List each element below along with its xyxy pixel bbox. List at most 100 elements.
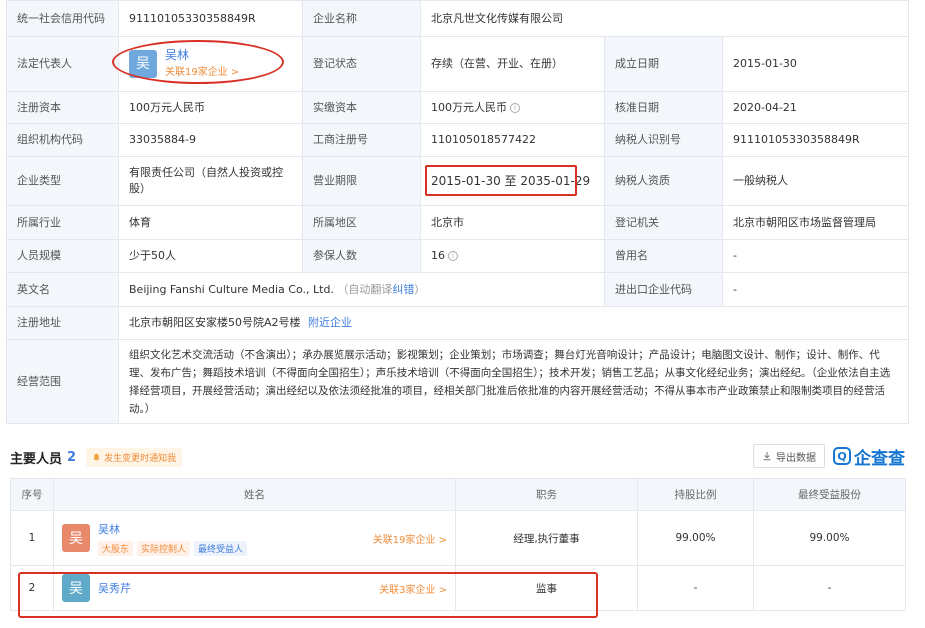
founded-value: 2015-01-30 xyxy=(722,36,909,92)
taxpayer-qual-value: 一般纳税人 xyxy=(722,156,909,206)
tag-major-shareholder: 大股东 xyxy=(98,540,134,556)
personnel-header: 主要人员 2 发生变更时通知我 导出数据 Q 企查查 xyxy=(10,444,905,470)
address-label: 注册地址 xyxy=(6,306,119,340)
authority-value: 北京市朝阳区市场监督管理局 xyxy=(722,205,909,240)
download-icon xyxy=(763,452,771,461)
company-name-label: 企业名称 xyxy=(302,0,421,37)
info-row: 人员规模 少于50人 参保人数 16 i 曾用名 - xyxy=(6,239,909,273)
paid-capital-cell: 100万元人民币 i xyxy=(420,91,605,124)
change-notice-button[interactable]: 发生变更时通知我 xyxy=(86,447,183,467)
company-type-label: 企业类型 xyxy=(6,156,119,206)
avatar: 吴 xyxy=(129,50,157,78)
credit-code-label: 统一社会信用代码 xyxy=(6,0,119,37)
info-row: 企业类型 有限责任公司（自然人投资或控股） 营业期限 2015-01-30 至 … xyxy=(6,156,909,206)
info-row: 组织机构代码 33035884-9 工商注册号 110105018577422 … xyxy=(6,123,909,157)
import-export-value: - xyxy=(722,272,909,307)
related-companies-link[interactable]: 关联19家企业 > xyxy=(373,531,447,546)
col-no: 序号 xyxy=(10,478,54,511)
info-row: 统一社会信用代码 91110105330358849R 企业名称 北京凡世文化传… xyxy=(6,0,909,37)
avatar: 吴 xyxy=(62,524,90,552)
legal-rep-label: 法定代表人 xyxy=(6,36,119,92)
org-code-label: 组织机构代码 xyxy=(6,123,119,157)
info-row: 英文名 Beijing Fanshi Culture Media Co., Lt… xyxy=(6,272,909,307)
personnel-table: 序号 姓名 职务 持股比例 最终受益股份 1 吴 吴林 大股东 实际控制人 最终… xyxy=(10,478,906,611)
legal-rep-related-link[interactable]: 关联19家企业 > xyxy=(165,65,239,81)
approved-label: 核准日期 xyxy=(604,91,723,124)
address-cell: 北京市朝阳区安家楼50号院A2号楼 附近企业 xyxy=(118,306,909,340)
former-name-label: 曾用名 xyxy=(604,239,723,273)
tag-beneficiary: 最终受益人 xyxy=(194,540,248,556)
legal-rep-cell: 吴 吴林 关联19家企业 > xyxy=(118,36,303,92)
staff-size-label: 人员规模 xyxy=(6,239,119,273)
english-name-cell: Beijing Fanshi Culture Media Co., Ltd. （… xyxy=(118,272,605,307)
import-export-label: 进出口企业代码 xyxy=(604,272,723,307)
share-value: 99.00% xyxy=(637,510,754,566)
scope-label: 经营范围 xyxy=(6,339,119,424)
info-icon[interactable]: i xyxy=(448,251,458,261)
col-name: 姓名 xyxy=(53,478,456,511)
benefit-value: - xyxy=(753,565,906,611)
biz-reg-no-value: 110105018577422 xyxy=(420,123,605,157)
scope-value: 组织文化艺术交流活动（不含演出）；承办展览展示活动；影视策划；企业策划；市场调查… xyxy=(118,339,909,424)
bell-icon xyxy=(93,453,100,461)
info-icon[interactable]: i xyxy=(510,102,520,113)
insured-value: 16 xyxy=(431,249,445,262)
insured-cell: 16 i xyxy=(420,239,605,273)
person-cell: 吴 吴秀芹 关联3家企业 > xyxy=(53,565,456,611)
reg-status-value: 存续（在营、开业、在册） xyxy=(420,36,605,92)
approved-value: 2020-04-21 xyxy=(722,91,909,124)
region-label: 所属地区 xyxy=(302,205,421,240)
company-type-value: 有限责任公司（自然人投资或控股） xyxy=(118,156,303,206)
person-cell: 吴 吴林 大股东 实际控制人 最终受益人 关联19家企业 > xyxy=(53,510,456,566)
reg-status-label: 登记状态 xyxy=(302,36,421,92)
row-no: 2 xyxy=(10,565,54,611)
correct-link[interactable]: 纠错 xyxy=(392,283,414,296)
biz-term-label: 营业期限 xyxy=(302,156,421,206)
industry-value: 体育 xyxy=(118,205,303,240)
region-value: 北京市 xyxy=(420,205,605,240)
info-row: 所属行业 体育 所属地区 北京市 登记机关 北京市朝阳区市场监督管理局 xyxy=(6,205,909,240)
english-name-value: Beijing Fanshi Culture Media Co., Ltd. xyxy=(129,282,334,296)
info-row: 法定代表人 吴 吴林 关联19家企业 > 登记状态 存续（在营、开业、在册） 成… xyxy=(6,36,909,92)
nearby-companies-link[interactable]: 附近企业 xyxy=(308,316,352,329)
person-name-link[interactable]: 吴秀芹 xyxy=(98,580,379,596)
table-row: 1 吴 吴林 大股东 实际控制人 最终受益人 关联19家企业 > 经理,执行董事… xyxy=(10,510,906,566)
paid-capital-label: 实缴资本 xyxy=(302,91,421,124)
position-value: 经理,执行董事 xyxy=(455,510,638,566)
position-value: 监事 xyxy=(455,565,638,611)
industry-label: 所属行业 xyxy=(6,205,119,240)
credit-code-value: 91110105330358849R xyxy=(118,0,303,37)
company-name-value: 北京凡世文化传媒有限公司 xyxy=(420,0,909,37)
authority-label: 登记机关 xyxy=(604,205,723,240)
table-row: 2 吴 吴秀芹 关联3家企业 > 监事 - - xyxy=(10,565,906,611)
change-notice-label: 发生变更时通知我 xyxy=(104,453,177,464)
share-value: - xyxy=(637,565,754,611)
former-name-value: - xyxy=(722,239,909,273)
info-row: 注册地址 北京市朝阳区安家楼50号院A2号楼 附近企业 xyxy=(6,306,909,340)
related-companies-link[interactable]: 关联3家企业 > xyxy=(379,581,447,596)
reg-capital-value: 100万元人民币 xyxy=(118,91,303,124)
auto-translate-note-end: ） xyxy=(414,282,426,296)
founded-label: 成立日期 xyxy=(604,36,723,92)
info-row: 经营范围 组织文化艺术交流活动（不含演出）；承办展览展示活动；影视策划；企业策划… xyxy=(6,339,909,424)
info-row: 注册资本 100万元人民币 实缴资本 100万元人民币 i 核准日期 2020-0… xyxy=(6,91,909,124)
table-header: 序号 姓名 职务 持股比例 最终受益股份 xyxy=(10,478,906,511)
export-label: 导出数据 xyxy=(776,452,816,464)
english-name-label: 英文名 xyxy=(6,272,119,307)
col-benefit: 最终受益股份 xyxy=(753,478,906,511)
person-name-link[interactable]: 吴林 xyxy=(98,521,373,537)
brand-logo: Q 企查查 xyxy=(833,444,905,469)
taxpayer-id-label: 纳税人识别号 xyxy=(604,123,723,157)
avatar: 吴 xyxy=(62,574,90,602)
legal-rep-name-link[interactable]: 吴林 xyxy=(165,47,239,63)
section-title: 主要人员 xyxy=(10,451,63,467)
col-share: 持股比例 xyxy=(637,478,754,511)
org-code-value: 33035884-9 xyxy=(118,123,303,157)
biz-reg-no-label: 工商注册号 xyxy=(302,123,421,157)
col-position: 职务 xyxy=(455,478,638,511)
benefit-value: 99.00% xyxy=(753,510,906,566)
auto-translate-note: （自动翻译 xyxy=(337,282,393,296)
paid-capital-value: 100万元人民币 xyxy=(431,100,507,114)
export-button[interactable]: 导出数据 xyxy=(753,444,825,468)
reg-capital-label: 注册资本 xyxy=(6,91,119,124)
